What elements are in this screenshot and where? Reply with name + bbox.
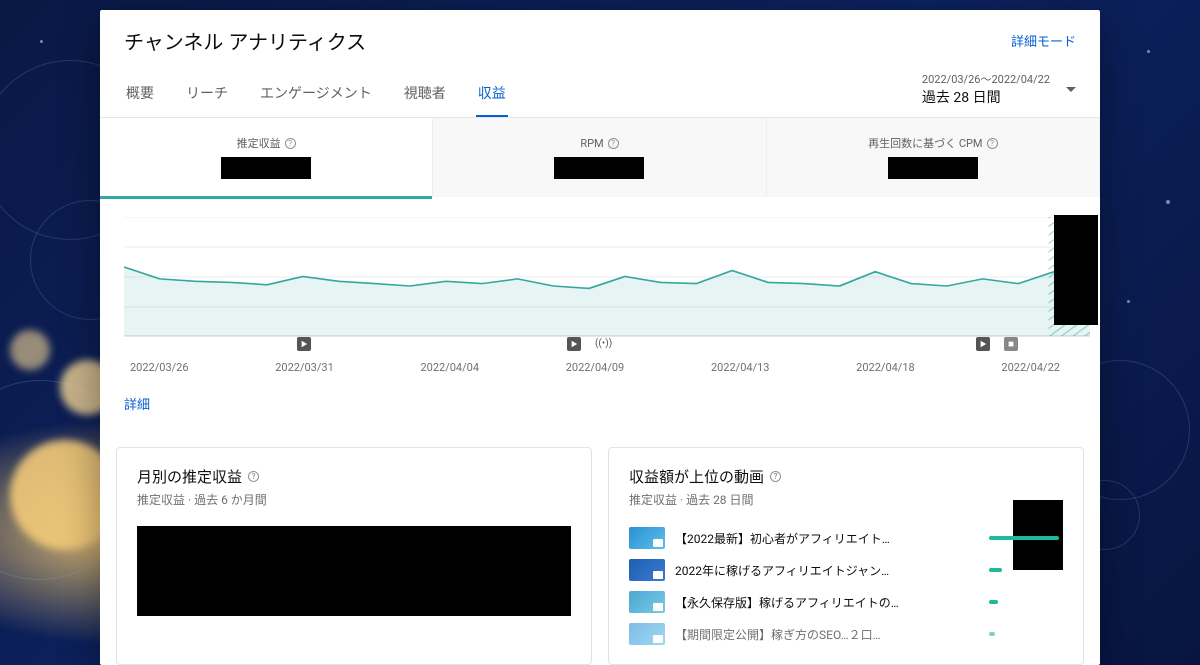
page-title: チャンネル アナリティクス xyxy=(124,26,366,55)
x-tick: 2022/04/04 xyxy=(420,361,479,374)
metric-label: 再生回数に基づく CPM xyxy=(868,135,982,151)
redacted-value xyxy=(554,157,644,179)
video-list: 【2022最新】初心者がアフィリエイト… 2022年に稼げるアフィリエイトジャン… xyxy=(629,522,1063,650)
info-icon[interactable]: ? xyxy=(987,138,998,149)
x-tick: 2022/04/22 xyxy=(1001,361,1060,374)
redacted-chart-side xyxy=(1054,215,1098,325)
card-subtitle: 推定収益 · 過去 28 日間 xyxy=(629,491,1063,508)
monthly-revenue-card: 月別の推定収益 ? 推定収益 · 過去 6 か月間 xyxy=(116,447,592,665)
video-event-icon[interactable] xyxy=(297,337,311,351)
metric-estimated-revenue[interactable]: 推定収益 ? xyxy=(100,118,433,197)
info-icon[interactable]: ? xyxy=(608,138,619,149)
header: チャンネル アナリティクス 詳細モード xyxy=(100,10,1100,63)
bar-track xyxy=(989,536,1063,540)
redacted-chart xyxy=(137,526,571,616)
card-title: 月別の推定収益 xyxy=(137,466,242,487)
bar-fill xyxy=(989,632,995,636)
metric-tabs: 推定収益 ? RPM ? 再生回数に基づく CPM ? xyxy=(100,118,1100,197)
date-range-label: 過去 28 日間 xyxy=(922,87,1050,107)
bar-fill xyxy=(989,536,1059,540)
video-title: 【永久保存版】稼げるアフィリエイトの… xyxy=(675,594,979,611)
x-tick: 2022/03/31 xyxy=(275,361,334,374)
bar-fill xyxy=(989,568,1002,572)
video-thumbnail xyxy=(629,559,665,581)
bar-track xyxy=(989,600,1063,604)
analytics-panel: チャンネル アナリティクス 詳細モード 概要 リーチ エンゲージメント 視聴者 … xyxy=(100,10,1100,665)
video-thumbnail xyxy=(629,527,665,549)
live-event-icon[interactable]: ((•)) xyxy=(595,338,612,349)
x-tick: 2022/03/26 xyxy=(130,361,189,374)
info-icon[interactable]: ? xyxy=(285,138,296,149)
list-item[interactable]: 【期間限定公開】稼ぎ方のSEO…２口… xyxy=(629,618,1063,650)
metric-label: 推定収益 xyxy=(237,135,281,151)
video-title: 【期間限定公開】稼ぎ方のSEO…２口… xyxy=(675,626,979,643)
tab-reach[interactable]: リーチ xyxy=(184,73,230,117)
tab-engagement[interactable]: エンゲージメント xyxy=(258,73,374,117)
tab-overview[interactable]: 概要 xyxy=(124,73,156,117)
redacted-value xyxy=(221,157,311,179)
line-chart[interactable] xyxy=(124,217,1090,337)
card-title: 収益額が上位の動画 xyxy=(629,466,764,487)
bar-fill xyxy=(989,600,998,604)
tab-audience[interactable]: 視聴者 xyxy=(402,73,448,117)
chevron-down-icon xyxy=(1066,87,1076,92)
advanced-mode-link[interactable]: 詳細モード xyxy=(1011,31,1076,50)
event-marker-bar: ((•)) xyxy=(130,337,1060,353)
x-tick: 2022/04/18 xyxy=(856,361,915,374)
video-event-icon[interactable] xyxy=(976,337,990,351)
cards-row: 月別の推定収益 ? 推定収益 · 過去 6 か月間 収益額が上位の動画 ? 推定… xyxy=(100,431,1100,665)
date-range-text: 2022/03/26～2022/04/22 xyxy=(922,71,1050,87)
top-videos-card: 収益額が上位の動画 ? 推定収益 · 過去 28 日間 【2022最新】初心者が… xyxy=(608,447,1084,665)
tabs: 概要 リーチ エンゲージメント 視聴者 収益 xyxy=(124,73,508,117)
chart-container: ((•)) 2022/03/26 2022/03/31 2022/04/04 2… xyxy=(100,197,1100,390)
info-icon[interactable]: ? xyxy=(770,471,781,482)
metric-cpm[interactable]: 再生回数に基づく CPM ? xyxy=(767,118,1100,197)
date-range-picker[interactable]: 2022/03/26～2022/04/22 過去 28 日間 xyxy=(922,71,1076,117)
video-thumbnail xyxy=(629,623,665,645)
redacted-value xyxy=(888,157,978,179)
info-icon[interactable]: ? xyxy=(248,471,259,482)
list-item[interactable]: 【2022最新】初心者がアフィリエイト… xyxy=(629,522,1063,554)
metric-rpm[interactable]: RPM ? xyxy=(433,118,766,197)
card-subtitle: 推定収益 · 過去 6 か月間 xyxy=(137,491,571,508)
redacted-values xyxy=(1013,500,1063,570)
video-event-icon[interactable] xyxy=(567,337,581,351)
x-tick: 2022/04/09 xyxy=(566,361,625,374)
video-title: 【2022最新】初心者がアフィリエイト… xyxy=(675,530,979,547)
subheader: 概要 リーチ エンゲージメント 視聴者 収益 2022/03/26～2022/0… xyxy=(100,63,1100,118)
x-tick: 2022/04/13 xyxy=(711,361,770,374)
detail-link[interactable]: 詳細 xyxy=(100,390,174,431)
list-item[interactable]: 【永久保存版】稼げるアフィリエイトの… xyxy=(629,586,1063,618)
short-event-icon[interactable] xyxy=(1004,337,1018,351)
tab-revenue[interactable]: 収益 xyxy=(476,73,508,117)
bar-track xyxy=(989,632,1063,636)
metric-label: RPM xyxy=(580,137,603,150)
list-item[interactable]: 2022年に稼げるアフィリエイトジャン… xyxy=(629,554,1063,586)
x-axis: 2022/03/26 2022/03/31 2022/04/04 2022/04… xyxy=(124,353,1090,384)
bar-track xyxy=(989,568,1063,572)
video-thumbnail xyxy=(629,591,665,613)
